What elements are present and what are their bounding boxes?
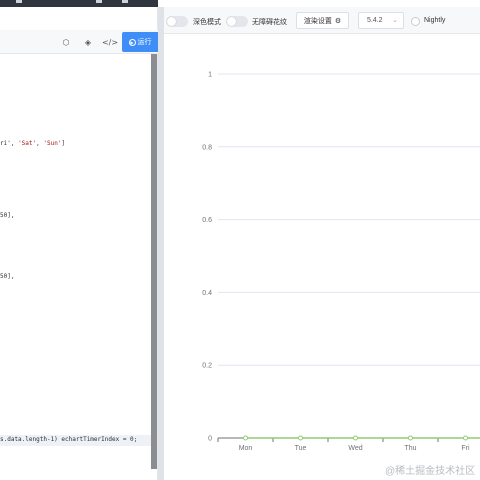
header-bar (0, 0, 158, 7)
code-icon[interactable]: </> (102, 35, 118, 49)
y-tick-label: 0.6 (202, 217, 212, 224)
x-tick-label: Tue (295, 445, 307, 452)
x-tick-label: Wed (348, 445, 362, 452)
accessibility-label: 无障碍花纹 (252, 19, 287, 26)
chevron-down-icon: ⌄ (392, 17, 398, 24)
nightly-label: Nightly (424, 17, 446, 24)
x-tick-label: Fri (461, 445, 470, 452)
watermark: @稀土掘金技术社区 (385, 466, 476, 477)
x-tick-label: Mon (239, 445, 253, 452)
version-value: 5.4.2 (367, 17, 383, 24)
x-tick-label: Thu (404, 445, 416, 452)
data-point (408, 435, 413, 441)
nightly-checkbox[interactable] (411, 17, 420, 26)
editor-toolbar: ⬡ ◈ </> ▶ 运行 (0, 30, 158, 54)
line-chart[interactable]: 0 0.2 0.4 0.6 0.8 1 Mon Tue Wed Thu Fri (164, 34, 480, 480)
run-button[interactable]: ▶ 运行 (122, 32, 158, 52)
y-tick-label: 0.8 (202, 144, 212, 151)
preview-toolbar: 深色模式 无障碍花纹 渲染设置 ⚙ 5.4.2 ⌄ Nightly (164, 7, 480, 34)
header-tab-mark[interactable] (96, 0, 102, 3)
y-tick-label: 0.2 (202, 363, 212, 370)
header-tab-mark[interactable] (122, 0, 128, 3)
code-line[interactable]: 50], (0, 273, 14, 280)
editor-scrollbar[interactable] (151, 54, 157, 469)
code-editor[interactable]: ⬡ ◈ </> ▶ 运行 ri', 'Sat', 'Sun'] 50], 50]… (0, 7, 158, 480)
accessibility-toggle[interactable] (226, 16, 248, 27)
top-strip (0, 0, 480, 7)
code-line[interactable]: ri', 'Sat', 'Sun'] (0, 140, 65, 147)
y-tick-label: 0 (208, 436, 212, 443)
dark-mode-label: 深色模式 (193, 19, 221, 26)
y-tick-label: 0.4 (202, 290, 212, 297)
data-point (463, 435, 468, 441)
gear-icon: ⚙ (334, 17, 342, 25)
version-select[interactable]: 5.4.2 ⌄ (358, 12, 404, 29)
data-point (298, 435, 303, 441)
cube-icon[interactable]: ◈ (81, 35, 95, 49)
data-point (243, 435, 248, 441)
render-settings-button[interactable]: 渲染设置 ⚙ (296, 12, 349, 29)
run-button-label: 运行 (137, 39, 152, 46)
codepen-icon[interactable]: ⬡ (59, 35, 73, 49)
play-icon: ▶ (128, 38, 136, 46)
dark-mode-toggle[interactable] (166, 16, 188, 27)
header-tab-mark[interactable] (16, 0, 22, 3)
code-line[interactable]: 50], (0, 212, 14, 219)
code-line[interactable]: s.data.length-1) echartTimerIndex = 0; (0, 436, 137, 443)
data-point (353, 435, 358, 441)
chart-panel[interactable]: 0 0.2 0.4 0.6 0.8 1 Mon Tue Wed Thu Fri (164, 34, 480, 480)
render-settings-label: 渲染设置 (303, 17, 332, 25)
y-tick-label: 1 (208, 72, 212, 79)
